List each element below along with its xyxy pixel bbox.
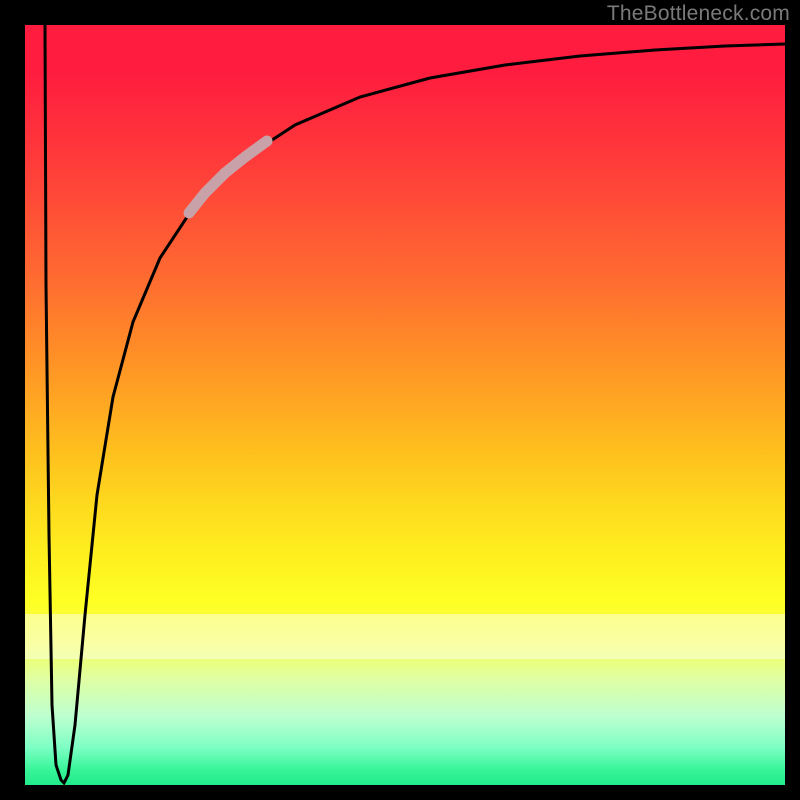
plot-area [25, 25, 785, 785]
chart-frame: TheBottleneck.com [0, 0, 800, 800]
watermark: TheBottleneck.com [607, 2, 790, 26]
